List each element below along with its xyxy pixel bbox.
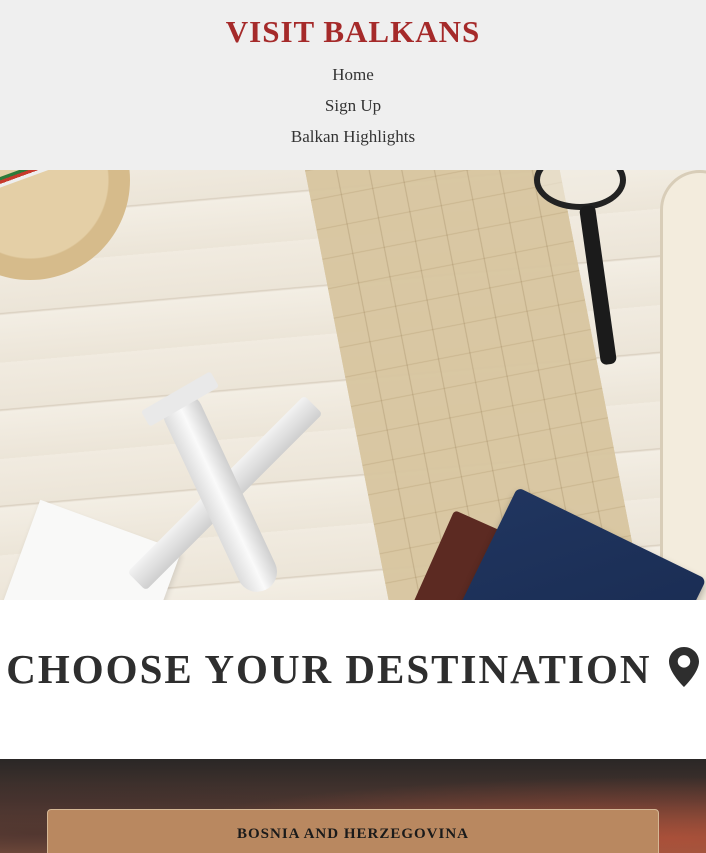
brand-logo[interactable]: VISIT BALKANS — [0, 14, 706, 50]
hero-image — [0, 170, 706, 600]
hat-shape — [0, 170, 130, 280]
site-header: VISIT BALKANS Home Sign Up Balkan Highli… — [0, 0, 706, 170]
destination-heading-text: CHOOSE YOUR DESTINATION — [6, 646, 652, 692]
country-card[interactable]: BOSNIA AND HERZEGOVINA — [47, 809, 659, 853]
nav-sign-up[interactable]: Sign Up — [0, 94, 706, 125]
destinations-section: BOSNIA AND HERZEGOVINA — [0, 759, 706, 853]
map-pin-icon — [668, 647, 699, 687]
destination-heading: CHOOSE YOUR DESTINATION — [0, 645, 706, 693]
shoe-shape — [660, 170, 706, 600]
nav-home[interactable]: Home — [0, 63, 706, 94]
main-nav: Home Sign Up Balkan Highlights — [0, 63, 706, 156]
nav-balkan-highlights[interactable]: Balkan Highlights — [0, 125, 706, 156]
country-name: BOSNIA AND HERZEGOVINA — [236, 826, 470, 842]
